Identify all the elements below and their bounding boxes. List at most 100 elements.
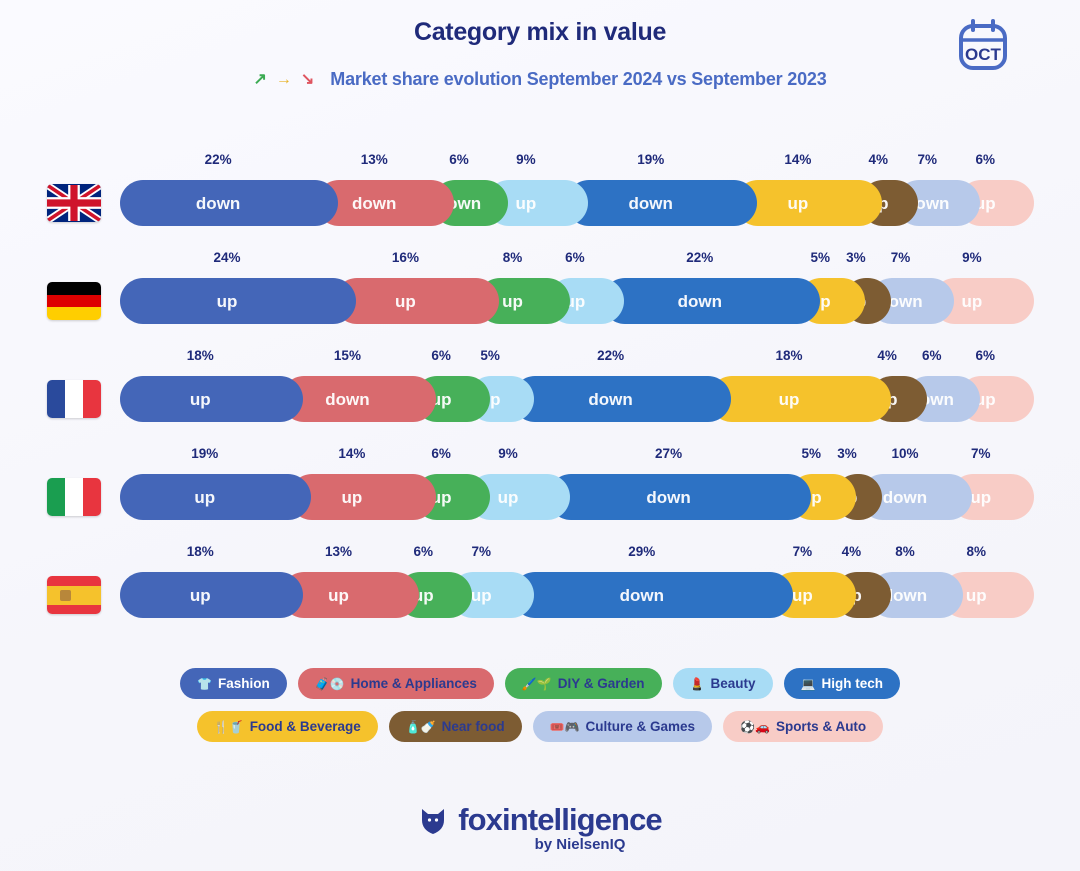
legend-item-hightech[interactable]: 💻 High tech [783,668,900,699]
segment-value-label: 13% [360,152,388,167]
segment-value-label: 3% [846,250,866,265]
fox-shield-logo-icon [422,809,445,834]
italy-flag [47,478,101,516]
legend-item-food[interactable]: 🍴🥤 Food & Beverage [196,711,378,742]
country-row: updownupupdownupdowndowndown22%13%6%9%19… [0,150,1080,248]
segment-value-label: 3% [837,446,857,461]
segment-value-label: 8% [502,250,523,265]
legend-label: Near food [441,719,505,734]
trend-flat-icon: → [275,70,292,88]
sports-icon: ⚽🚗 [740,719,770,734]
france-flag [47,380,101,418]
trend-arrow-icon: down [352,193,397,213]
segment-value-label: 14% [784,152,812,167]
segment-value-label: 9% [962,250,982,265]
trend-arrow-icon: up [965,585,987,605]
bar-segment[interactable]: up [120,278,357,324]
bar-segment[interactable]: down [548,474,811,520]
stacked-bar: updownupupdownupdowndowndown22%13%6%9%19… [120,150,1034,248]
stacked-bar: updownupupdownupupupup24%16%8%6%22%5%3%7… [120,248,1034,346]
segment-value-label: 22% [686,250,714,265]
bar-segment[interactable]: up [120,572,303,618]
segment-value-label: 6% [413,544,434,559]
segment-value-label: 18% [186,348,214,363]
trend-arrow-icon: down [325,389,370,409]
country-row: updownupupdownupupupup18%13%6%7%29%7%4%8… [0,542,1080,640]
segment-value-label: 10% [891,446,919,461]
segment-value-label: 15% [333,348,361,363]
legend-label: DIY & Garden [557,676,645,691]
segment-value-label: 18% [186,544,214,559]
segment-value-label: 5% [810,250,830,265]
bar-segment[interactable]: down [512,572,794,618]
uk-flag [47,184,101,222]
trend-arrow-icon: down [646,487,691,507]
legend-item-home[interactable]: 🧳💿 Home & Appliances [297,668,494,699]
segment-value-label: 19% [637,152,665,167]
bar-segment[interactable]: down [566,180,758,226]
trend-up-icon: ↗ [253,70,267,88]
beauty-icon: 💄 [689,676,705,691]
stacked-bar: updownupupdownupupdownup18%15%6%5%22%18%… [120,346,1034,444]
segment-value-label: 8% [895,544,915,559]
segment-value-label: 13% [325,544,353,559]
trend-arrow-icon: down [619,585,664,605]
trend-down-icon: ↘ [300,70,315,88]
legend-label: Home & Appliances [350,676,477,691]
bar-segment[interactable]: up [289,474,437,520]
segment-value-label: 14% [338,446,366,461]
footer: foxintelligence by NielsenIQ [0,802,1080,853]
segment-value-label: 16% [391,250,419,265]
trend-arrow-icon: up [787,193,809,213]
segment-value-label: 9% [498,446,518,461]
country-row: updownupupdownupupdownup18%15%6%5%22%18%… [0,346,1080,444]
header: Category mix in value ↗ → ↘ Market share… [0,0,1080,90]
calendar-icon: OCT [954,16,1012,74]
stacked-bar: updownupupdownupupupup19%14%6%9%27%5%3%1… [120,444,1034,542]
bar-segment[interactable]: up [708,376,892,422]
legend-item-nearfood[interactable]: 🧴🍼 Near food [388,711,522,742]
trend-arrow-icon: up [497,487,519,507]
bar-segment[interactable]: up [735,180,883,226]
trend-arrow-icon: up [502,291,523,311]
legend-item-diy[interactable]: 🖌️🌱 DIY & Garden [504,668,662,699]
legend-row: 👕 Fashion 🧳💿 Home & Appliances 🖌️🌱 DIY & Gard… [0,668,1080,699]
trend-arrow-icon: up [778,389,800,409]
fashion-icon: 👕 [197,676,212,691]
culture-icon: 🎟️🎮 [549,719,580,734]
segment-value-label: 7% [792,544,813,559]
legend-item-sports[interactable]: ⚽🚗 Sports & Auto [723,711,884,742]
chart-area: up down up up down up down down down 22% 13% 6% 9% 19… [0,150,1080,640]
segment-value-label: 9% [516,152,536,167]
legend-item-fashion[interactable]: 👕 Fashion [180,668,287,699]
legend-row: 🍴🥤 Food & Beverage 🧴🍼 Near food 🎟️🎮 Culture &… [0,711,1080,742]
trend-arrow-icon: up [189,389,211,409]
legend: 👕 Fashion 🧳💿 Home & Appliances 🖌️🌱 DIY & Gard… [0,668,1080,754]
segment-value-label: 6% [449,152,469,167]
bar-segment[interactable]: down [601,278,820,324]
trend-arrow-icon: down [628,193,673,213]
bar-segment[interactable]: down [280,376,437,422]
brand-logo: foxintelligence [0,802,1080,838]
trend-arrow-icon: down [677,291,722,311]
segment-value-label: 6% [431,348,451,363]
bar-segment[interactable]: up [120,474,312,520]
country-row: updownupupdownupupupup24%16%8%6%22%5%3%7… [0,248,1080,346]
bar-segment[interactable]: up [120,376,303,422]
page-subtitle: Market share evolution September 2024 vs… [330,69,827,89]
segment-value-label: 4% [877,348,897,363]
bar-segment[interactable]: down [120,180,339,226]
hightech-icon: 💻 [800,676,816,691]
segment-value-label: 5% [801,446,822,461]
segment-value-label: 22% [204,152,232,167]
legend-item-culture[interactable]: 🎟️🎮 Culture & Games [532,711,713,742]
bar-segment[interactable]: up [334,278,499,324]
segment-value-label: 7% [971,446,991,461]
legend-item-beauty[interactable]: 💄 Beauty [672,668,773,699]
segment-value-label: 24% [213,250,241,265]
infographic-page: Category mix in value ↗ → ↘ Market share… [0,0,1080,871]
bar-segment[interactable]: down [512,376,731,422]
trend-arrow-icon: up [216,291,238,311]
segment-value-label: 6% [565,250,585,265]
stacked-bar: updownupupdownupupupup18%13%6%7%29%7%4%8… [120,542,1034,640]
